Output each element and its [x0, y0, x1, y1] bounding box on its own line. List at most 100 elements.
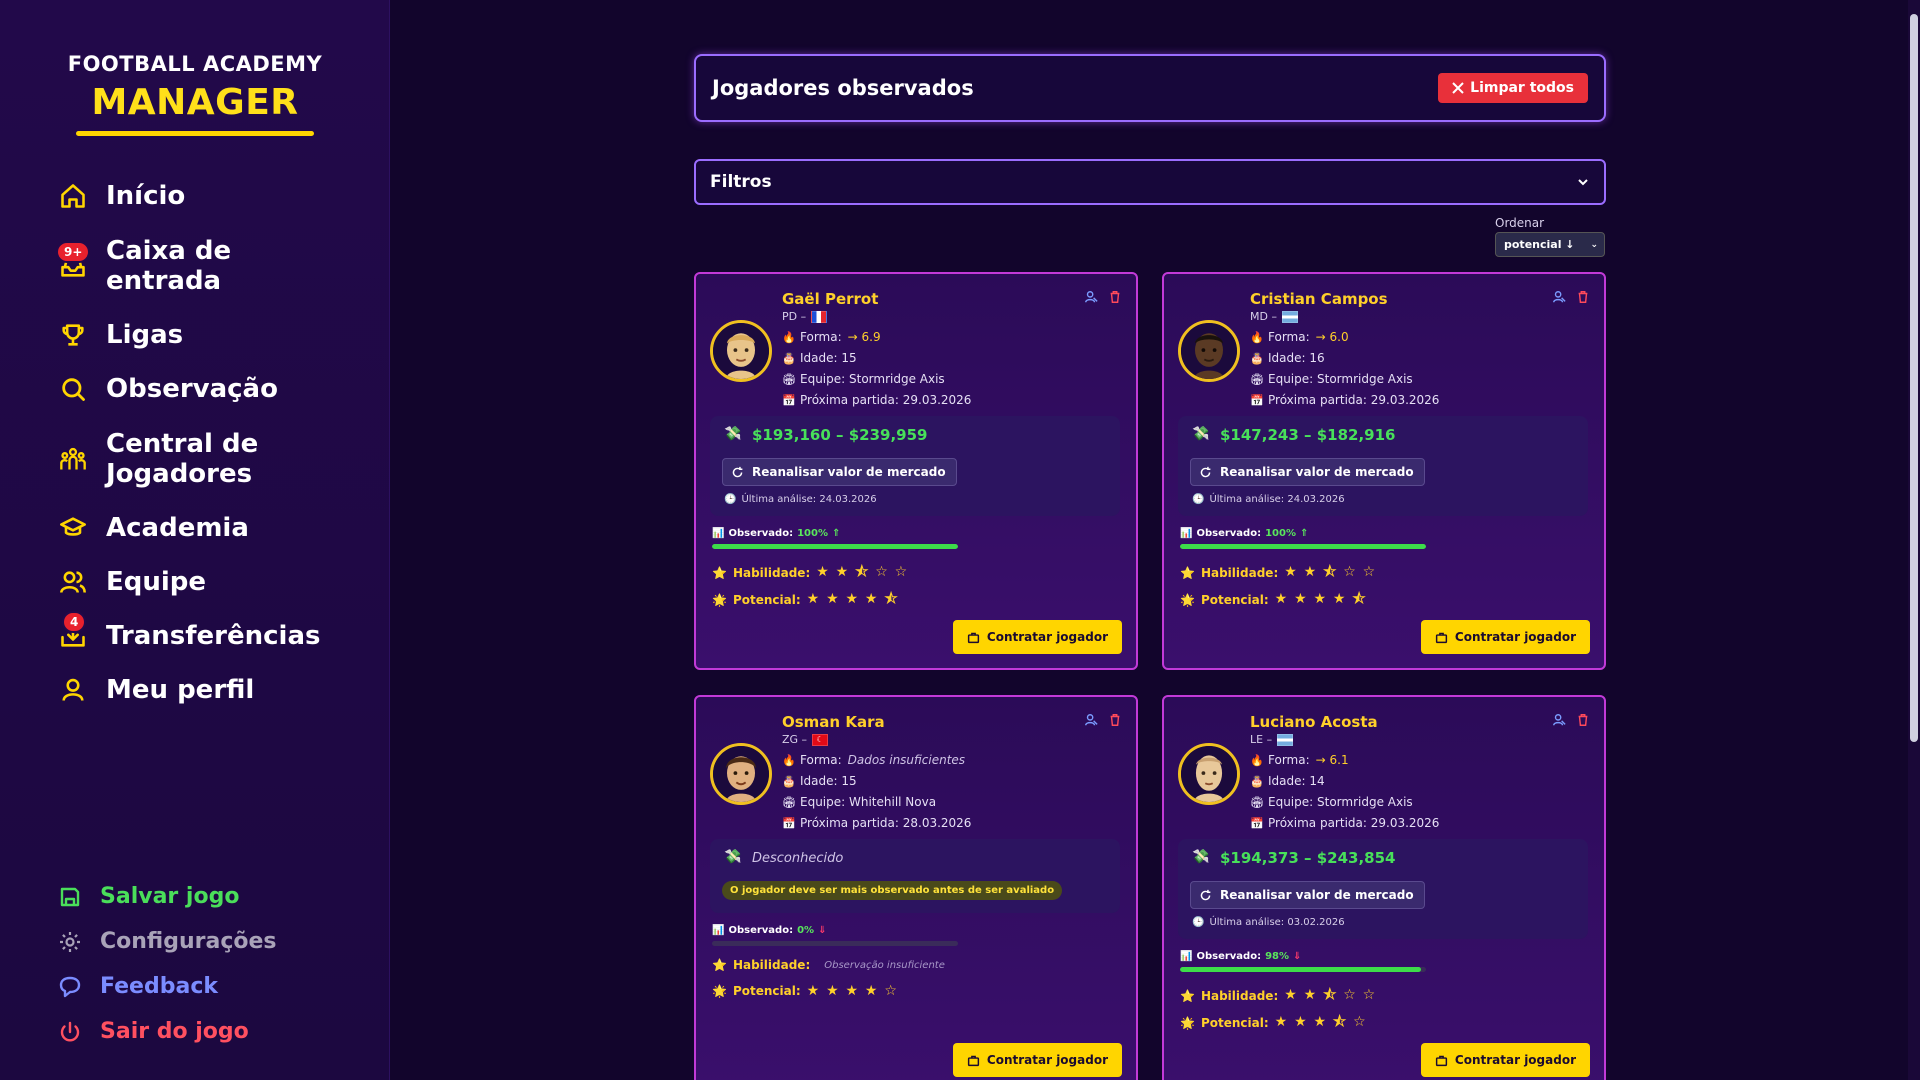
hire-label: Contratar jogador — [1454, 1053, 1576, 1067]
feedback-button[interactable]: Feedback — [58, 974, 218, 999]
nav-item-inicio[interactable]: Início — [58, 181, 185, 211]
age-row: 🎂 Idade: 16 — [1250, 351, 1325, 365]
observed-progress-fill — [1180, 544, 1426, 549]
hire-player-button[interactable]: Contratar jogador — [952, 620, 1122, 654]
save-game-button[interactable]: Salvar jogo — [58, 884, 239, 909]
nav-label: Academia — [106, 513, 249, 543]
calendar-icon: 📅 — [1250, 393, 1264, 407]
form-label: Forma: — [800, 330, 842, 344]
app-logo[interactable]: FOOTBALL ACADEMY MANAGER — [0, 52, 390, 136]
gear-icon — [60, 931, 80, 952]
form-row: 🔥 Forma: → 6.9 — [782, 330, 881, 344]
graduation-cap-icon — [58, 513, 88, 543]
position-text: ZG – — [782, 733, 808, 746]
observed-progress-fill — [1180, 967, 1422, 972]
team-icon — [58, 567, 88, 597]
chart-icon: 📊 — [712, 528, 725, 539]
hire-label: Contratar jogador — [1454, 630, 1576, 644]
position-text: LE – — [1250, 733, 1273, 746]
observation-warning: O jogador deve ser mais observado antes … — [722, 881, 1063, 900]
card-actions — [1552, 290, 1590, 304]
skill-row: ⭐ Habilidade: ★ ★ ⯪ ☆ ☆ — [1180, 561, 1376, 585]
user-scout-icon[interactable] — [1084, 713, 1098, 727]
player-avatar — [1178, 743, 1240, 805]
observed-progress-bar — [712, 544, 958, 549]
player-name[interactable]: Osman Kara — [782, 713, 885, 731]
clear-all-button[interactable]: Limpar todos — [1438, 73, 1588, 103]
team-row: 🏟 Equipe: Whitehill Nova — [782, 795, 936, 809]
nav-item-ligas[interactable]: Ligas — [58, 320, 183, 350]
briefcase-icon — [1435, 632, 1448, 643]
sparkle-icon: 🌟 — [712, 593, 727, 607]
settings-button[interactable]: Configurações — [58, 929, 277, 954]
scrollbar[interactable] — [1908, 0, 1920, 1080]
skill-star-icon: ⭐ — [712, 566, 727, 580]
hire-label: Contratar jogador — [986, 1053, 1108, 1067]
inbox-badge: 9+ — [56, 241, 91, 263]
form-value: → 6.0 — [1315, 330, 1349, 344]
trash-icon[interactable] — [1576, 290, 1590, 304]
nav-label: Início — [106, 181, 186, 211]
nav-item-central-de-jogadores[interactable]: Central de Jogadores — [58, 429, 276, 489]
nav-label: Caixa de entrada — [106, 236, 232, 296]
sort-select[interactable]: potencial ↓ ⌄ — [1495, 232, 1605, 257]
value-range: $193,160 – $239,959 — [752, 426, 928, 444]
nav-item-observacao[interactable]: Observação — [58, 374, 278, 404]
nav-item-caixa-de-entrada[interactable]: 9+ Caixa de entrada — [56, 236, 246, 296]
observed-players-header: Jogadores observados Limpar todos — [694, 54, 1606, 122]
player-name[interactable]: Luciano Acosta — [1250, 713, 1378, 731]
reanalyze-button[interactable]: Reanalisar valor de mercado — [1190, 458, 1425, 486]
nav-item-equipe[interactable]: Equipe — [58, 567, 206, 597]
observed-label: Observado: — [728, 528, 794, 539]
transfer-icon: 4 — [58, 611, 88, 651]
observed-label: Observado: — [1196, 528, 1262, 539]
sparkle-icon: 🌟 — [1180, 593, 1195, 607]
user-scout-icon[interactable] — [1552, 713, 1566, 727]
market-value-box: 💸 Desconhecido O jogador deve ser mais o… — [710, 839, 1120, 913]
skill-row: ⭐ Habilidade: Observação insuficiente — [712, 958, 945, 972]
calendar-icon: 📅 — [782, 393, 796, 407]
observed-row: 📊 Observado: 0% ⇓ — [712, 925, 826, 936]
player-name[interactable]: Cristian Campos — [1250, 290, 1388, 308]
team-text: Equipe: Stormridge Axis — [800, 372, 945, 386]
hire-player-button[interactable]: Contratar jogador — [1420, 1043, 1590, 1077]
skill-insufficient: Observação insuficiente — [824, 959, 945, 971]
nav-label: Observação — [106, 374, 278, 404]
reanalyze-button[interactable]: Reanalisar valor de mercado — [1190, 881, 1425, 909]
cake-icon: 🎂 — [1250, 774, 1264, 788]
chevron-down-icon: ⌄ — [1590, 239, 1598, 250]
age-row: 🎂 Idade: 15 — [782, 351, 857, 365]
observed-percent: 100% — [1265, 528, 1296, 539]
cake-icon: 🎂 — [782, 351, 796, 365]
trash-icon[interactable] — [1108, 713, 1122, 727]
age-text: Idade: 15 — [800, 774, 857, 788]
trend-up-icon: ⇑ — [1299, 528, 1309, 539]
user-scout-icon[interactable] — [1084, 290, 1098, 304]
quit-game-button[interactable]: Sair do jogo — [58, 1019, 249, 1044]
hire-player-button[interactable]: Contratar jogador — [952, 1043, 1122, 1077]
reanalyze-button[interactable]: Reanalisar valor de mercado — [722, 458, 957, 486]
potential-row: 🌟 Potencial: ★ ★ ★ ⯪ ☆ — [1180, 1011, 1367, 1035]
market-value-box: 💸 $147,243 – $182,916 Reanalisar valor d… — [1178, 416, 1588, 516]
card-actions — [1084, 713, 1122, 727]
refresh-icon — [1200, 889, 1211, 900]
trend-down-icon: ⇓ — [1293, 951, 1302, 962]
hire-player-button[interactable]: Contratar jogador — [1420, 620, 1590, 654]
team-text: Equipe: Stormridge Axis — [1268, 795, 1413, 809]
trash-icon[interactable] — [1576, 713, 1590, 727]
nav-item-academia[interactable]: Academia — [58, 513, 249, 543]
user-scout-icon[interactable] — [1552, 290, 1566, 304]
nav-item-transferencias[interactable]: 4 Transferências — [58, 611, 321, 651]
potential-row: 🌟 Potencial: ★ ★ ★ ★ ⯪ — [1180, 588, 1367, 612]
cake-icon: 🎂 — [1250, 351, 1264, 365]
filters-accordion[interactable]: Filtros — [694, 159, 1606, 205]
scrollbar-thumb[interactable] — [1910, 14, 1918, 742]
trash-icon[interactable] — [1108, 290, 1122, 304]
player-name[interactable]: Gaël Perrot — [782, 290, 878, 308]
nav-label: Ligas — [106, 320, 184, 350]
player-card: Luciano Acosta LE – 🔥 Forma: → 6.1 🎂 Idade:… — [1162, 695, 1606, 1080]
nav-label: Central de Jogadores — [106, 429, 259, 489]
next-match-text: Próxima partida: 29.03.2026 — [1268, 816, 1440, 830]
nav-item-meu-perfil[interactable]: Meu perfil — [58, 675, 254, 705]
flag-france-icon — [811, 310, 828, 323]
